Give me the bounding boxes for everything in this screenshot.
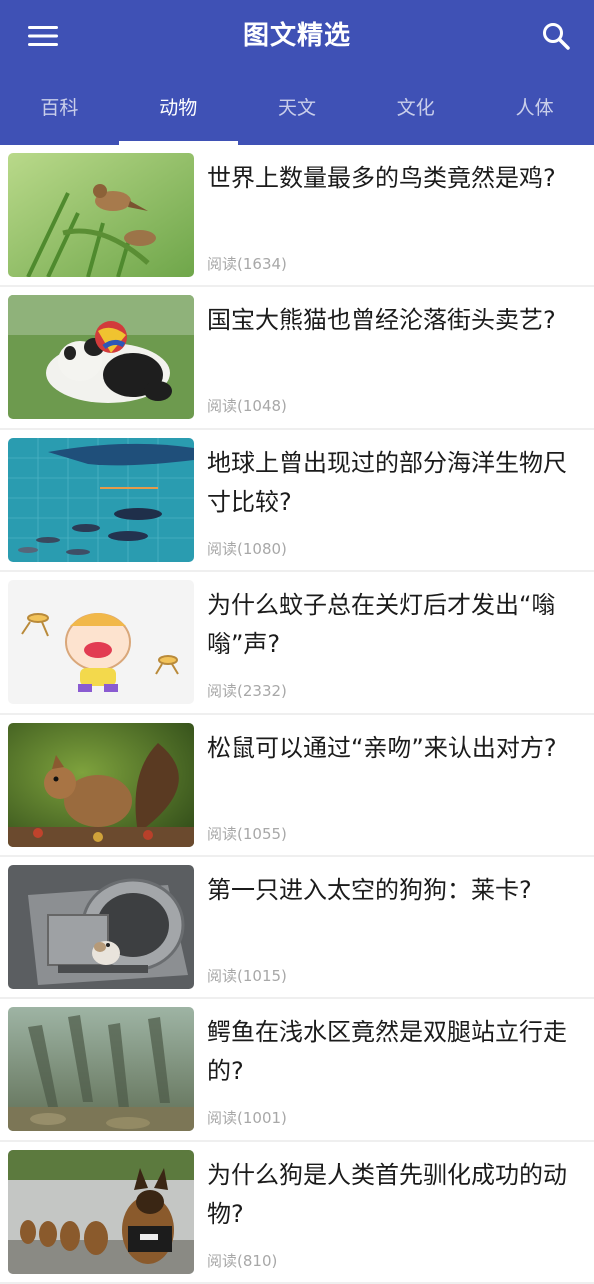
category-tabs: 百科 动物 天文 文化 人体 [0, 72, 594, 145]
read-count: 阅读(1055) [207, 823, 287, 844]
tab-dongwu[interactable]: 动物 [118, 72, 238, 145]
read-count: 阅读(1080) [207, 538, 287, 559]
article-item[interactable]: 世界上数量最多的鸟类竟然是鸡? 阅读(1634) [0, 145, 594, 288]
article-item[interactable]: 为什么狗是人类首先驯化成功的动物? 阅读(810) [0, 1141, 594, 1284]
tab-label: 人体 [515, 97, 554, 119]
tab-renti[interactable]: 人体 [475, 72, 594, 145]
read-label: 阅读 [207, 966, 238, 985]
search-button[interactable] [536, 16, 576, 56]
read-number: (1048) [237, 397, 287, 416]
read-label: 阅读 [207, 1109, 238, 1128]
read-count: 阅读(1001) [207, 1107, 287, 1128]
tab-baike[interactable]: 百科 [0, 72, 119, 145]
article-title: 地球上曾出现过的部分海洋生物尺寸比较? [207, 448, 567, 516]
read-number: (1080) [237, 539, 287, 558]
article-list: 世界上数量最多的鸟类竟然是鸡? 阅读(1634) 国宝大熊猫也曾经沦落街头卖艺?… [0, 145, 594, 1284]
read-number: (1015) [237, 966, 287, 985]
article-thumbnail [8, 1149, 194, 1274]
read-number: (1001) [237, 1109, 287, 1128]
tab-wenhua[interactable]: 文化 [356, 72, 475, 145]
tab-label: 文化 [396, 97, 435, 119]
article-thumbnail [8, 722, 194, 847]
article-title: 鳄鱼在浅水区竟然是双腿站立行走的? [207, 1018, 567, 1086]
article-thumbnail [8, 295, 194, 420]
tab-label: 动物 [159, 97, 198, 119]
article-item[interactable]: 地球上曾出现过的部分海洋生物尺寸比较? 阅读(1080) [0, 429, 594, 573]
article-title: 第一只进入太空的狗狗：莱卡? [207, 875, 532, 904]
read-number: (810) [237, 1251, 278, 1270]
article-title: 松鼠可以通过“亲吻”来认出对方? [207, 733, 557, 762]
article-title: 国宝大熊猫也曾经沦落街头卖艺? [207, 306, 556, 335]
read-label: 阅读 [207, 824, 238, 843]
read-count: 阅读(810) [207, 1250, 277, 1271]
article-item[interactable]: 鳄鱼在浅水区竟然是双腿站立行走的? 阅读(1001) [0, 999, 594, 1142]
article-thumbnail [8, 437, 194, 562]
article-item[interactable]: 松鼠可以通过“亲吻”来认出对方? 阅读(1055) [0, 714, 594, 857]
article-title: 世界上数量最多的鸟类竟然是鸡? [207, 164, 556, 192]
article-thumbnail [8, 1007, 194, 1132]
read-count: 阅读(2332) [207, 680, 287, 701]
search-icon [543, 23, 570, 50]
read-label: 阅读 [207, 682, 238, 701]
app-bar: 图文精选 [0, 0, 594, 72]
read-number: (1055) [237, 824, 287, 843]
article-item[interactable]: 为什么蚊子总在关灯后才发出“嗡嗡”声? 阅读(2332) [0, 572, 594, 715]
article-item[interactable]: 第一只进入太空的狗狗：莱卡? 阅读(1015) [0, 856, 594, 1000]
read-label: 阅读 [207, 539, 238, 558]
article-title: 为什么蚊子总在关灯后才发出“嗡嗡”声? [207, 591, 556, 659]
article-thumbnail [8, 580, 194, 705]
read-number: (2332) [237, 682, 287, 701]
tab-label: 百科 [40, 97, 79, 119]
article-thumbnail [8, 864, 194, 989]
read-count: 阅读(1634) [207, 253, 287, 274]
read-label: 阅读 [207, 255, 238, 273]
article-title: 为什么狗是人类首先驯化成功的动物? [207, 1160, 567, 1228]
article-thumbnail [8, 153, 194, 277]
article-item[interactable]: 国宝大熊猫也曾经沦落街头卖艺? 阅读(1048) [0, 287, 594, 430]
read-count: 阅读(1048) [207, 395, 287, 416]
app-title: 图文精选 [242, 21, 351, 51]
tab-label: 天文 [277, 97, 316, 119]
tab-tianwen[interactable]: 天文 [238, 72, 357, 145]
read-label: 阅读 [207, 397, 238, 416]
read-number: (1634) [237, 255, 287, 273]
app-header: 图文精选 百科 动物 天文 文化 人体 [0, 0, 594, 145]
read-count: 阅读(1015) [207, 965, 287, 986]
read-label: 阅读 [207, 1251, 238, 1270]
